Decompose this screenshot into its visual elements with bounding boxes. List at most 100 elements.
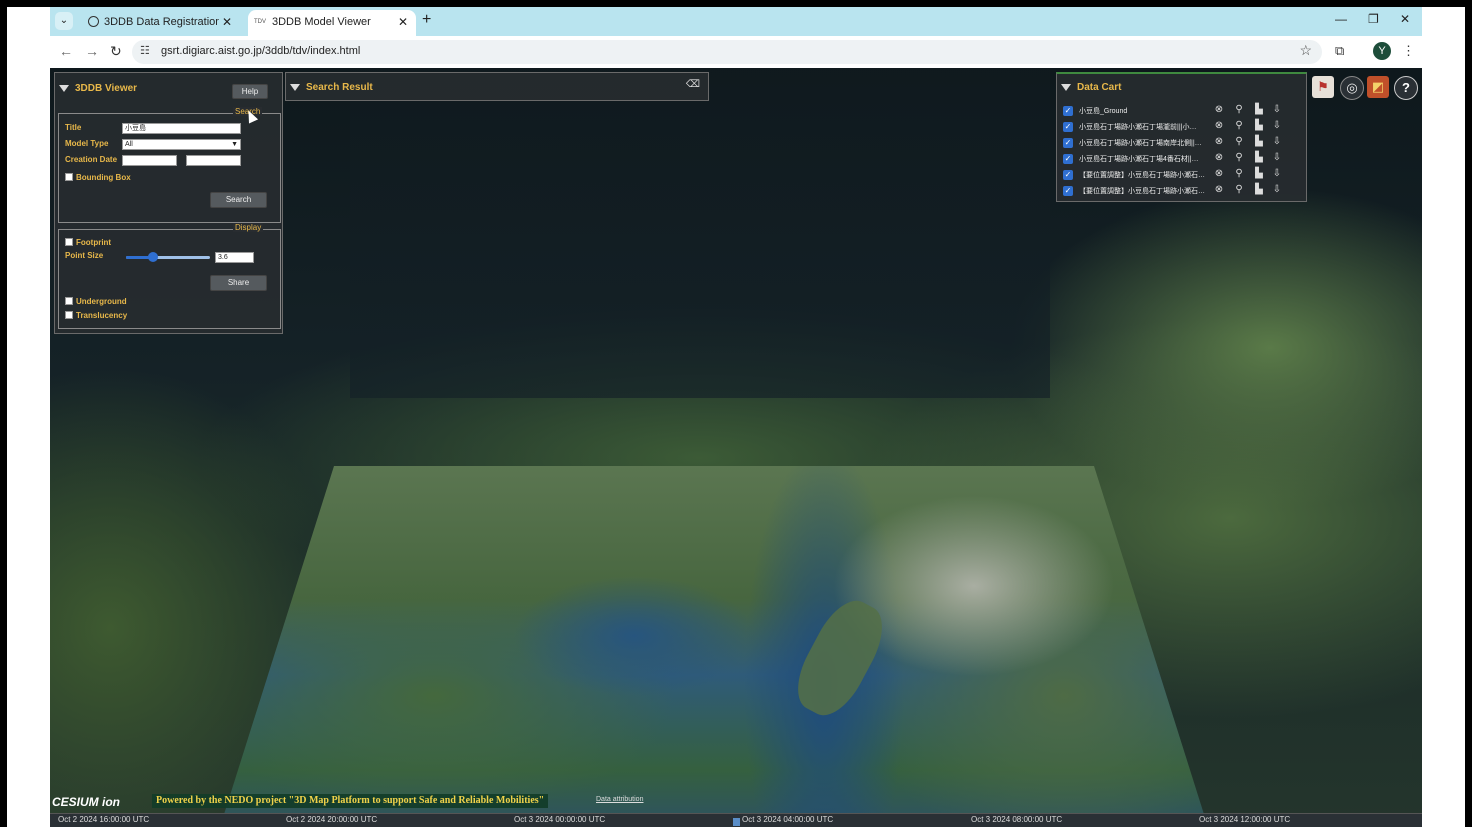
cart-item-checkbox[interactable]: ✓ [1063, 186, 1073, 196]
point-size-input[interactable]: 3.6 [215, 252, 254, 263]
viewer-panel-header[interactable]: 3DDB Viewer [59, 83, 137, 94]
close-tab-icon[interactable]: ✕ [222, 10, 232, 34]
download-icon[interactable]: ⇩ [1271, 152, 1283, 164]
cart-item-checkbox[interactable]: ✓ [1063, 106, 1073, 116]
timeline-bar[interactable]: Oct 2 2024 16:00:00 UTC Oct 2 2024 20:00… [50, 813, 1422, 827]
title-input[interactable]: 小豆島 [122, 123, 241, 134]
download-icon[interactable]: ⇩ [1271, 104, 1283, 116]
chart-icon[interactable]: ▙ [1253, 120, 1265, 132]
cart-item-name: 【要位置調整】小豆島石丁場跡小瀬石… [1079, 172, 1205, 179]
minimize-icon[interactable]: — [1335, 12, 1347, 26]
data-attribution-link[interactable]: Data attribution [596, 796, 643, 803]
footprint-label: Footprint [76, 238, 112, 247]
creation-date-from-input[interactable] [122, 155, 177, 166]
close-tab-icon[interactable]: ✕ [398, 10, 408, 34]
style-icon[interactable]: ⚲ [1233, 120, 1245, 132]
creation-date-to-input[interactable] [186, 155, 241, 166]
title-label: Title [65, 123, 82, 132]
bounding-box-checkbox[interactable] [65, 173, 73, 181]
forward-icon[interactable]: → [85, 43, 99, 59]
search-result-title: Search Result [306, 82, 373, 93]
base-layer-picker-icon[interactable]: ◩ [1367, 76, 1389, 98]
style-icon[interactable]: ⚲ [1233, 136, 1245, 148]
style-icon[interactable]: ⚲ [1233, 168, 1245, 180]
style-icon[interactable]: ⚲ [1233, 152, 1245, 164]
profile-avatar[interactable]: Y [1373, 42, 1391, 60]
cart-item: ✓ 小豆島_Ground ⊗ ⚲ ▙ ⇩ [1063, 104, 1299, 118]
site-info-icon[interactable]: ☷ [140, 44, 150, 57]
viewer-title: 3DDB Viewer [75, 83, 138, 94]
new-tab-button[interactable]: + [422, 11, 431, 29]
restore-icon[interactable]: ❐ [1368, 12, 1379, 26]
timeline-tick-label: Oct 3 2024 08:00:00 UTC [971, 815, 1063, 824]
search-result-panel: Search Result ⌫ [285, 72, 709, 101]
browser-window: ⌄ 3DDB Data Registration: User's ✕ TDV 3… [50, 7, 1422, 827]
tab-3ddb-registration[interactable]: 3DDB Data Registration: User's ✕ [80, 10, 240, 36]
locate-icon[interactable]: ⊗ [1213, 136, 1225, 148]
cart-item-checkbox[interactable]: ✓ [1063, 138, 1073, 148]
cesium-globe-view[interactable]: 3DDB Viewer Help Search Title 小豆島 Model … [50, 68, 1422, 827]
cart-item-checkbox[interactable]: ✓ [1063, 170, 1073, 180]
style-icon[interactable]: ⚲ [1233, 184, 1245, 196]
download-icon[interactable]: ⇩ [1271, 168, 1283, 180]
data-cart-panel: Data Cart ✓ 小豆島_Ground ⊗ ⚲ ▙ ⇩ ✓ 小豆島石丁場跡… [1056, 72, 1307, 202]
cesium-ion-logo[interactable]: CESIUM ion [52, 795, 120, 809]
underground-checkbox[interactable] [65, 297, 73, 305]
share-button[interactable]: Share [210, 275, 267, 291]
back-icon[interactable]: ← [59, 43, 73, 59]
locate-icon[interactable]: ⊗ [1213, 104, 1225, 116]
timeline-tick-label: Oct 3 2024 04:00:00 UTC [742, 815, 834, 824]
download-icon[interactable]: ⇩ [1271, 120, 1283, 132]
tab-3ddb-model-viewer[interactable]: TDV 3DDB Model Viewer ✕ [248, 10, 416, 36]
point-size-label: Point Size [65, 251, 104, 260]
collapse-triangle-icon[interactable] [290, 83, 300, 91]
extensions-icon[interactable]: ⧉ [1335, 43, 1344, 59]
point-size-slider-thumb[interactable] [148, 252, 158, 262]
data-cart-header[interactable]: Data Cart [1061, 82, 1121, 93]
cart-item: ✓ 【要位置調整】小豆島石丁場跡小瀬石… ⊗ ⚲ ▙ ⇩ [1063, 168, 1299, 182]
style-icon[interactable]: ⚲ [1233, 104, 1245, 116]
clear-results-icon[interactable]: ⌫ [686, 79, 700, 90]
address-bar[interactable]: ☷ gsrt.digiarc.aist.go.jp/3ddb/tdv/index… [132, 40, 1322, 64]
globe-icon[interactable]: ◎ [1340, 76, 1364, 100]
cart-item-name: 小豆島石丁場跡小瀬石丁場4番石材||… [1079, 156, 1199, 163]
download-icon[interactable]: ⇩ [1271, 136, 1283, 148]
footprint-checkbox[interactable] [65, 238, 73, 246]
collapse-triangle-icon[interactable] [59, 84, 69, 92]
chart-icon[interactable]: ▙ [1253, 152, 1265, 164]
reload-icon[interactable]: ↻ [110, 43, 122, 60]
bookmark-star-icon[interactable]: ☆ [1299, 42, 1312, 59]
sea-japan-imagery [350, 68, 1050, 398]
locate-icon[interactable]: ⊗ [1213, 168, 1225, 180]
translucency-checkbox[interactable] [65, 311, 73, 319]
search-button[interactable]: Search [210, 192, 267, 208]
url-text: gsrt.digiarc.aist.go.jp/3ddb/tdv/index.h… [161, 45, 361, 57]
globe-icon [88, 16, 99, 27]
tab-title: 3DDB Model Viewer [272, 16, 371, 28]
chart-icon[interactable]: ▙ [1253, 136, 1265, 148]
creation-date-label: Creation Date [65, 155, 118, 164]
locate-icon[interactable]: ⊗ [1213, 152, 1225, 164]
cart-item-checkbox[interactable]: ✓ [1063, 154, 1073, 164]
cart-item-checkbox[interactable]: ✓ [1063, 122, 1073, 132]
cart-item-name: 小豆島_Ground [1079, 108, 1128, 115]
close-window-icon[interactable]: ✕ [1400, 12, 1410, 26]
cart-item: ✓ 小豆島石丁場跡小瀬石丁場南岸北側||… ⊗ ⚲ ▙ ⇩ [1063, 136, 1299, 150]
chart-icon[interactable]: ▙ [1253, 104, 1265, 116]
geoscience-logo-button[interactable]: ⚑ [1312, 76, 1334, 98]
help-button[interactable]: Help [232, 84, 268, 99]
model-type-value: All [125, 141, 133, 148]
search-result-header[interactable]: Search Result [290, 82, 373, 93]
locate-icon[interactable]: ⊗ [1213, 120, 1225, 132]
collapse-triangle-icon[interactable] [1061, 83, 1071, 91]
chart-icon[interactable]: ▙ [1253, 184, 1265, 196]
download-icon[interactable]: ⇩ [1271, 184, 1283, 196]
model-type-select[interactable]: All ▼ [122, 139, 241, 150]
chart-icon[interactable]: ▙ [1253, 168, 1265, 180]
locate-icon[interactable]: ⊗ [1213, 184, 1225, 196]
help-question-icon[interactable]: ? [1394, 76, 1418, 100]
timeline-needle[interactable] [733, 818, 740, 826]
menu-kebab-icon[interactable]: ⋮ [1402, 43, 1415, 59]
tab-search-button[interactable]: ⌄ [55, 12, 73, 30]
timeline-tick-label: Oct 3 2024 00:00:00 UTC [514, 815, 606, 824]
